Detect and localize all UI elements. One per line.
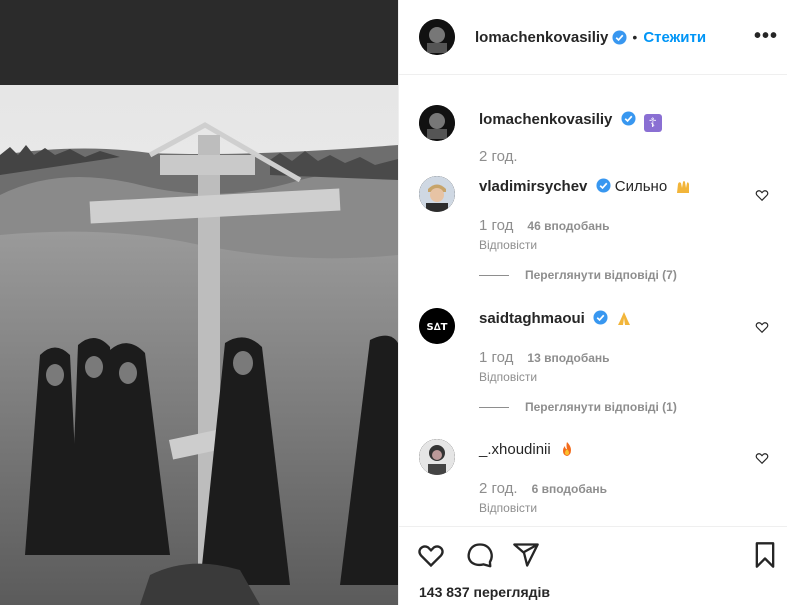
svg-text:S∆T: S∆T — [427, 322, 448, 333]
caption-avatar[interactable] — [419, 105, 455, 141]
comment-username[interactable]: _.xhoudinii — [479, 441, 551, 458]
verified-badge-icon — [596, 178, 611, 193]
comment-likes[interactable]: 46 вподобань — [527, 219, 609, 233]
comment-text: Сильно — [614, 178, 668, 195]
reply-button[interactable]: Відповісти — [479, 238, 749, 252]
comment-time[interactable]: 2 год. — [479, 480, 518, 497]
post-photo — [0, 85, 398, 605]
view-replies-label: Переглянути відповіді (7) — [525, 268, 677, 282]
separator-dot: • — [632, 29, 638, 45]
comment-icon[interactable] — [466, 541, 494, 569]
comment-time[interactable]: 1 год — [479, 217, 513, 234]
author-username[interactable]: lomachenkovasiliy — [475, 29, 608, 46]
share-icon[interactable] — [512, 541, 540, 569]
comment-username[interactable]: vladimirsychev — [479, 178, 587, 195]
caption-username[interactable]: lomachenkovasiliy — [479, 111, 612, 128]
post-side-panel: lomachenkovasiliy • Стежити ••• lomachen… — [398, 0, 787, 605]
commenter-avatar[interactable] — [419, 176, 455, 212]
comment-likes[interactable]: 6 вподобань — [532, 482, 607, 496]
raising-hands-emoji-icon — [677, 181, 690, 193]
bookmark-icon[interactable] — [751, 541, 779, 569]
views-count[interactable]: 143 837 переглядів — [419, 584, 550, 600]
commenter-avatar[interactable]: S∆T — [419, 308, 455, 344]
comment-likes[interactable]: 13 вподобань — [527, 351, 609, 365]
replies-line — [479, 406, 509, 408]
post-media[interactable] — [0, 0, 398, 605]
media-letterbox — [0, 0, 398, 85]
heart-icon[interactable] — [755, 320, 769, 334]
verified-badge-icon — [593, 310, 608, 325]
reply-button[interactable]: Відповісти — [479, 501, 749, 515]
post-header: lomachenkovasiliy • Стежити ••• — [399, 0, 787, 75]
verified-badge-icon — [621, 111, 636, 126]
commenter-avatar[interactable] — [419, 439, 455, 475]
folded-hands-emoji-icon — [618, 312, 631, 325]
fire-emoji-icon — [562, 442, 571, 456]
follow-button[interactable]: Стежити — [643, 29, 706, 46]
comments-list[interactable]: lomachenkovasiliy ☦ 2 год. vladimirsyche… — [399, 76, 787, 526]
comment-time[interactable]: 1 год — [479, 349, 513, 366]
reply-button[interactable]: Відповісти — [479, 370, 749, 384]
heart-icon[interactable] — [417, 541, 445, 569]
replies-line — [479, 274, 509, 276]
view-replies-button[interactable]: Переглянути відповіді (7) — [479, 268, 749, 282]
more-options-icon[interactable]: ••• — [754, 26, 778, 46]
view-replies-button[interactable]: Переглянути відповіді (1) — [479, 400, 749, 414]
view-replies-label: Переглянути відповіді (1) — [525, 400, 677, 414]
caption-time[interactable]: 2 год. — [479, 148, 518, 165]
author-avatar[interactable] — [419, 19, 455, 55]
comment-username[interactable]: saidtaghmaoui — [479, 310, 585, 327]
post-actions-bar: 143 837 переглядів — [399, 526, 787, 605]
verified-badge-icon — [612, 29, 627, 45]
orthodox-cross-emoji: ☦ — [643, 114, 662, 132]
heart-icon[interactable] — [755, 188, 769, 202]
heart-icon[interactable] — [755, 451, 769, 465]
